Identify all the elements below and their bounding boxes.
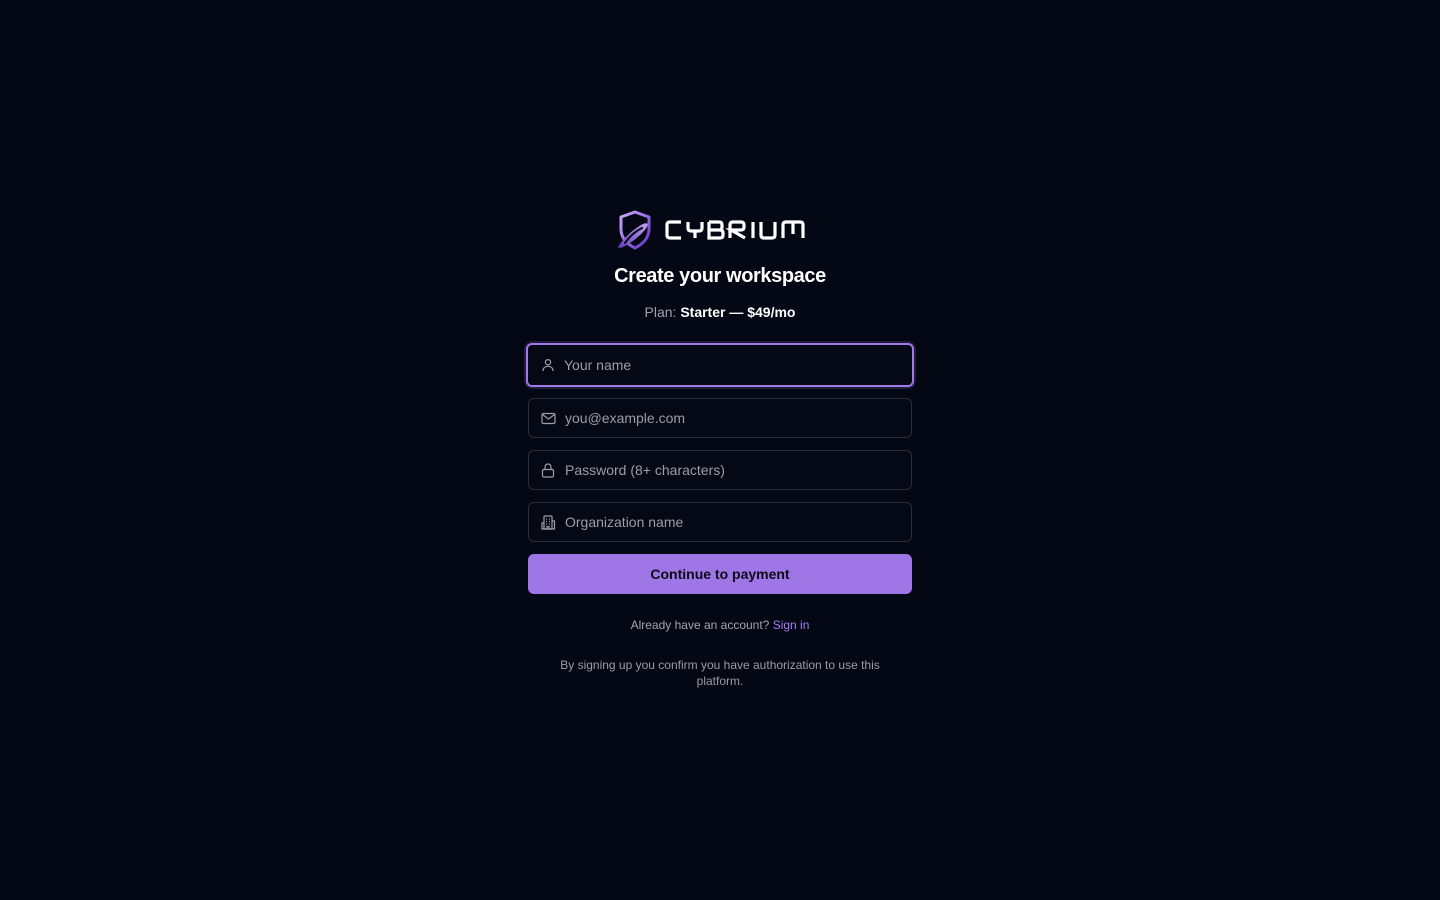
- name-field[interactable]: [526, 343, 914, 387]
- signin-prompt: Already have an account? Sign in: [0, 617, 1440, 634]
- continue-to-payment-button[interactable]: Continue to payment: [528, 554, 912, 594]
- account-prompt-text: Already have an account?: [630, 618, 770, 632]
- brand-wordmark: [665, 218, 825, 242]
- password-field[interactable]: [528, 450, 912, 490]
- password-input[interactable]: [565, 451, 911, 489]
- legal-notice: By signing up you confirm you have autho…: [560, 658, 880, 688]
- mail-icon: [529, 399, 565, 437]
- building-icon: [529, 503, 565, 541]
- cybrium-logo-icon: [615, 209, 655, 251]
- email-input[interactable]: [565, 399, 911, 437]
- plan-summary: Plan: Starter — $49/mo: [0, 302, 1440, 322]
- user-icon: [528, 345, 564, 385]
- signup-page: Create your workspace Plan: Starter — $4…: [0, 0, 1440, 900]
- lock-icon: [529, 451, 565, 489]
- email-field[interactable]: [528, 398, 912, 438]
- organization-input[interactable]: [565, 503, 911, 541]
- brand-header: [0, 206, 1440, 254]
- plan-value: Starter — $49/mo: [680, 304, 796, 320]
- sign-in-link[interactable]: Sign in: [773, 618, 810, 632]
- name-input[interactable]: [564, 345, 912, 385]
- page-title: Create your workspace: [614, 265, 826, 287]
- organization-field[interactable]: [528, 502, 912, 542]
- plan-label: Plan:: [644, 304, 677, 320]
